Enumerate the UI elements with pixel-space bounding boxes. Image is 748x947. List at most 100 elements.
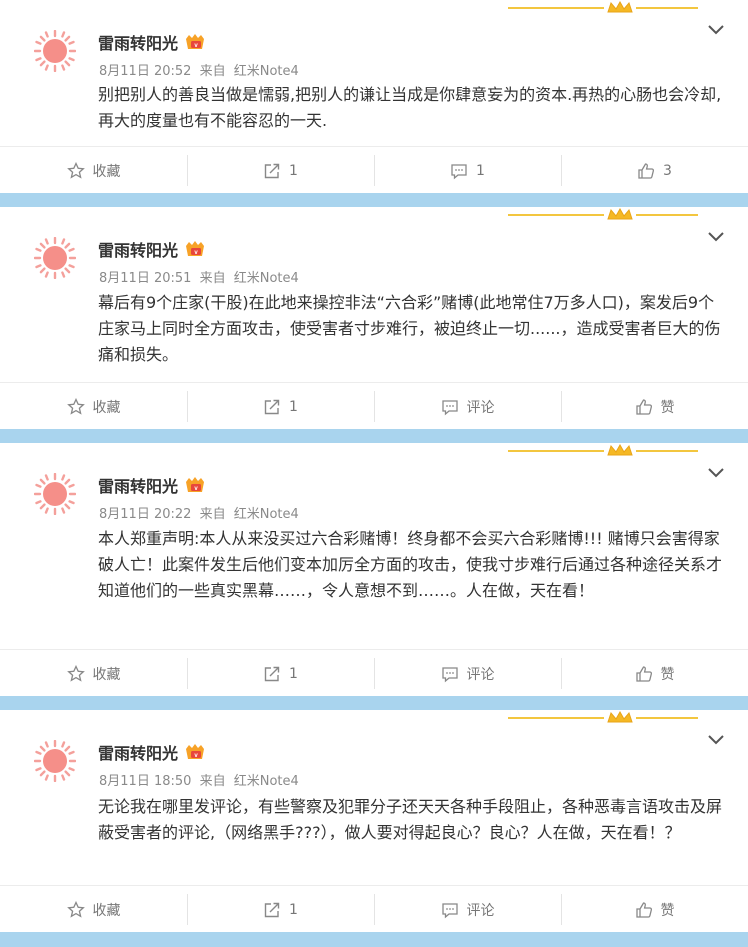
favorite-button[interactable]: 收藏	[0, 650, 187, 697]
post-text: 幕后有9个庄家(干股)在此地来操控非法“六合彩”赌博(此地常住7万多人口)，案发…	[98, 293, 721, 364]
like-count: 赞	[660, 666, 675, 683]
favorite-button[interactable]: 收藏	[0, 147, 187, 194]
like-count: 赞	[660, 902, 675, 919]
post-date[interactable]: 8月11日 20:22	[99, 507, 191, 522]
post-date[interactable]: 8月11日 20:51	[99, 271, 191, 286]
post-card: 雷雨转阳光 v 8月11日 18:50 来自 红米Note4 无论我在哪里发评论…	[0, 710, 748, 932]
source-label: 来自	[199, 507, 226, 522]
post-text: 本人郑重声明:本人从来没买过六合彩赌博！终身都不会买六合彩赌博!!! 赌博只会害…	[98, 529, 723, 600]
user-name[interactable]: 雷雨转阳光 v	[98, 740, 206, 764]
user-name[interactable]: 雷雨转阳光 v	[98, 237, 206, 261]
chevron-down-icon[interactable]	[706, 229, 726, 243]
action-bar: 收藏 1 评论 赞	[0, 382, 748, 430]
vip-badge-icon: v	[184, 743, 206, 761]
post-card: 雷雨转阳光 v 8月11日 20:52 来自 红米Note4 别把别人的善良当做…	[0, 0, 748, 193]
vip-badge-icon: v	[184, 33, 206, 51]
star-icon	[66, 900, 85, 918]
post-body: 雷雨转阳光 v 8月11日 20:52 来自 红米Note4 别把别人的善良当做…	[0, 0, 748, 146]
avatar[interactable]	[33, 739, 77, 783]
like-count: 赞	[660, 399, 675, 416]
source-label: 来自	[199, 64, 226, 79]
repost-button[interactable]: 1	[187, 383, 374, 430]
comment-label: 1	[476, 162, 485, 179]
avatar[interactable]	[33, 472, 77, 516]
comment-button[interactable]: 评论	[374, 383, 561, 430]
repost-count: 1	[289, 398, 298, 415]
comment-icon	[441, 399, 458, 415]
post-body: 雷雨转阳光 v 8月11日 20:51 来自 红米Note4 幕后有9个庄家(干…	[0, 207, 748, 382]
post-meta: 8月11日 20:51 来自 红米Note4	[99, 267, 303, 286]
card-separator	[0, 429, 748, 443]
favorite-label: 收藏	[92, 399, 121, 416]
favorite-label: 收藏	[92, 902, 121, 919]
star-icon	[66, 397, 85, 415]
post-meta: 8月11日 20:22 来自 红米Note4	[99, 503, 303, 522]
source-label: 来自	[199, 774, 226, 789]
post-card: 雷雨转阳光 v 8月11日 20:51 来自 红米Note4 幕后有9个庄家(干…	[0, 207, 748, 429]
repost-icon	[264, 399, 280, 414]
avatar[interactable]	[33, 29, 77, 73]
user-name[interactable]: 雷雨转阳光 v	[98, 473, 206, 497]
like-button[interactable]: 3	[561, 147, 748, 194]
like-button[interactable]: 赞	[561, 650, 748, 697]
action-bar: 收藏 1 评论 赞	[0, 649, 748, 697]
gold-crown-decoration	[508, 443, 698, 465]
favorite-button[interactable]: 收藏	[0, 383, 187, 430]
like-button[interactable]: 赞	[561, 886, 748, 933]
source-device: 红米Note4	[233, 774, 299, 789]
repost-button[interactable]: 1	[187, 650, 374, 697]
user-name[interactable]: 雷雨转阳光 v	[98, 30, 206, 54]
gold-crown-decoration	[508, 0, 698, 22]
favorite-button[interactable]: 收藏	[0, 886, 187, 933]
vip-badge-icon: v	[184, 476, 206, 494]
post-meta: 8月11日 18:50 来自 红米Note4	[99, 770, 303, 789]
vip-badge-icon: v	[184, 240, 206, 258]
avatar[interactable]	[33, 236, 77, 280]
post-date[interactable]: 8月11日 18:50	[99, 774, 191, 789]
weibo-feed: 雷雨转阳光 v 8月11日 20:52 来自 红米Note4 别把别人的善良当做…	[0, 0, 748, 947]
gold-crown-decoration	[508, 710, 698, 732]
card-separator	[0, 193, 748, 207]
comment-button[interactable]: 评论	[374, 886, 561, 933]
like-button[interactable]: 赞	[561, 383, 748, 430]
like-count: 3	[663, 162, 672, 179]
comment-label: 评论	[466, 902, 495, 919]
favorite-label: 收藏	[92, 163, 121, 180]
card-separator	[0, 696, 748, 710]
comment-icon	[451, 163, 467, 179]
user-name-text[interactable]: 雷雨转阳光	[98, 740, 178, 764]
comment-label: 评论	[466, 399, 495, 416]
comment-label: 评论	[466, 666, 495, 683]
post-date[interactable]: 8月11日 20:52	[99, 64, 191, 79]
repost-icon	[264, 666, 280, 681]
gold-crown-decoration	[508, 207, 698, 229]
post-text: 别把别人的善良当做是懦弱,把别人的谦让当成是你肆意妄为的资本.再热的心肠也会冷却…	[98, 85, 722, 130]
star-icon	[66, 161, 85, 179]
repost-count: 1	[289, 162, 298, 179]
user-name-text[interactable]: 雷雨转阳光	[98, 473, 178, 497]
post-text: 无论我在哪里发评论，有些警察及犯罪分子还天天各种手段阻止，各种恶毒言语攻击及屏蔽…	[98, 797, 723, 842]
post-meta: 8月11日 20:52 来自 红米Note4	[99, 60, 303, 79]
comment-button[interactable]: 评论	[374, 650, 561, 697]
repost-icon	[264, 163, 280, 178]
user-name-text[interactable]: 雷雨转阳光	[98, 30, 178, 54]
action-bar: 收藏 1 评论 赞	[0, 885, 748, 933]
user-name-text[interactable]: 雷雨转阳光	[98, 237, 178, 261]
thumbs-up-icon	[635, 901, 652, 918]
comment-icon	[441, 902, 458, 918]
repost-button[interactable]: 1	[187, 886, 374, 933]
post-body: 雷雨转阳光 v 8月11日 20:22 来自 红米Note4 本人郑重声明:本人…	[0, 443, 748, 649]
thumbs-up-icon	[638, 162, 655, 179]
repost-count: 1	[289, 901, 298, 918]
source-device: 红米Note4	[233, 507, 299, 522]
chevron-down-icon[interactable]	[706, 732, 726, 746]
thumbs-up-icon	[635, 665, 652, 682]
card-separator	[0, 932, 748, 946]
repost-icon	[264, 902, 280, 917]
star-icon	[66, 664, 85, 682]
repost-button[interactable]: 1	[187, 147, 374, 194]
chevron-down-icon[interactable]	[706, 22, 726, 36]
chevron-down-icon[interactable]	[706, 465, 726, 479]
comment-button[interactable]: 1	[374, 147, 561, 194]
thumbs-up-icon	[635, 398, 652, 415]
